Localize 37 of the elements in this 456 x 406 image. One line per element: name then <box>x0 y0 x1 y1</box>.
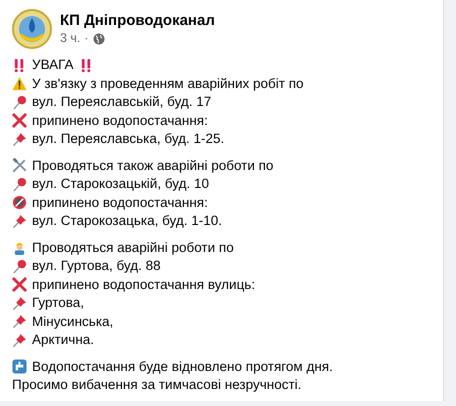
logo-avatar <box>12 9 52 49</box>
author-name[interactable]: КП Дніпроводоканал <box>60 11 215 30</box>
post-text-line: припинено водопостачання вулиць: <box>32 276 256 294</box>
post-text-line: припинено водопостачання: <box>32 194 208 212</box>
pushpin-icon <box>12 332 27 348</box>
post-text-line: вул. Гуртова, буд. 88 <box>32 257 161 276</box>
post-text-line: вул. Переяславська, буд. 1-25. <box>32 130 224 148</box>
round-pin-icon <box>12 258 27 274</box>
post-text-line: Проводяться також аварійні роботи по <box>32 156 274 175</box>
cross-icon <box>12 277 27 292</box>
post-text-line: Проводяться аварійні роботи по <box>32 238 234 257</box>
post-text-line: вул. Старокозацькій, буд. 10 <box>32 175 209 194</box>
post-text-line: Мінусинська, <box>32 312 114 331</box>
post-text-line: вул. Переяславській, буд. 17 <box>32 93 212 112</box>
pushpin-icon <box>12 214 27 229</box>
post-text-line: Водопостачання буде відновлено протягом дня. <box>32 358 333 376</box>
no-entry-icon <box>12 195 27 210</box>
tools-icon <box>12 158 27 174</box>
round-pin-icon <box>12 176 27 192</box>
post-text-line: Гуртова, <box>32 294 84 312</box>
round-pin-icon <box>12 94 27 110</box>
cross-icon <box>12 113 27 128</box>
post-text-line: Просимо вибачення за тимчасові незручності. <box>12 376 302 394</box>
post-text-line: вул. Старокозацька, буд. 1-10. <box>32 212 222 230</box>
worker-icon <box>12 240 27 256</box>
separator-dot: · <box>84 30 89 47</box>
pushpin-icon <box>12 132 27 147</box>
post-time[interactable]: 3 ч. <box>60 30 80 47</box>
pushpin-icon <box>12 296 27 311</box>
pushpin-icon <box>12 314 27 330</box>
water-tap-icon <box>12 359 27 374</box>
post-text-line: У зв'язку з проведенням аварійних робіт по <box>32 74 304 93</box>
post-text-line: УВАГА <box>32 56 74 74</box>
post-text-line: припинено водопостачання: <box>32 112 208 130</box>
post-text-line: Арктична. <box>32 331 94 350</box>
globe-icon <box>92 32 105 44</box>
warning-icon <box>12 76 27 92</box>
